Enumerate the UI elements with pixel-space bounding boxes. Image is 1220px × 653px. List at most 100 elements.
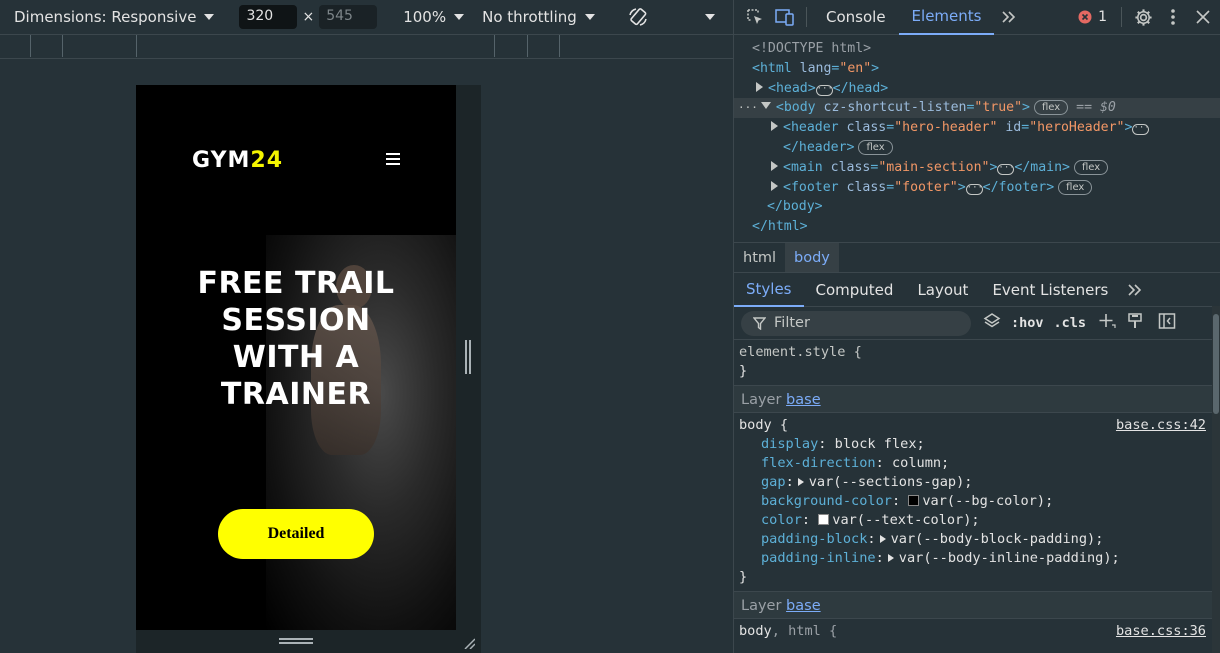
logo-text: GYM — [192, 148, 251, 173]
chevron-down-icon — [204, 14, 215, 20]
tag-name: </body> — [767, 199, 823, 215]
tab-computed[interactable]: Computed — [804, 273, 906, 307]
breadcrumb-body[interactable]: body — [785, 243, 839, 272]
dimensions-dropdown[interactable]: Dimensions: Responsive — [14, 8, 215, 26]
expand-triangle-icon[interactable] — [887, 554, 894, 562]
expand-triangle-icon[interactable] — [797, 478, 804, 486]
rotate-icon — [629, 8, 647, 26]
divider — [806, 7, 807, 27]
ruler-tick — [30, 35, 31, 57]
attr-value: "heroHeader" — [1029, 120, 1125, 136]
tab-layout[interactable]: Layout — [905, 273, 980, 307]
hamburger-menu-icon[interactable] — [386, 153, 400, 168]
flex-badge[interactable]: flex — [1034, 100, 1069, 116]
prop-value: var(--body-block-padding); — [890, 531, 1104, 547]
attr-name: cz-shortcut-listen — [823, 100, 967, 116]
breadcrumb-html[interactable]: html — [734, 243, 785, 272]
css-declaration[interactable]: color: var(--text-color); — [734, 511, 1212, 530]
class-toggle[interactable]: .cls — [1054, 315, 1087, 331]
detailed-button[interactable]: Detailed — [218, 509, 374, 559]
close-icon — [1196, 10, 1210, 24]
new-style-rule-button[interactable] — [1098, 312, 1116, 334]
tab-styles[interactable]: Styles — [734, 273, 804, 307]
element-style-rule[interactable]: element.style { — [734, 343, 1212, 362]
dom-node-html-close[interactable]: </html> — [734, 217, 1220, 237]
inspect-element-button[interactable] — [740, 0, 770, 35]
rule-selector[interactable]: body, html {base.css:36 — [734, 622, 1212, 641]
color-swatch[interactable] — [818, 514, 830, 525]
css-declaration[interactable]: flex-direction: column; — [734, 454, 1212, 473]
ellipsis-icon[interactable]: ··· — [815, 84, 833, 96]
viewport-resize-handle-right[interactable] — [456, 85, 481, 630]
dimensions-label: Dimensions: Responsive — [14, 8, 197, 26]
resize-corner-icon[interactable] — [463, 637, 475, 649]
collapse-triangle-icon[interactable] — [760, 102, 771, 110]
customize-menu-button[interactable] — [1158, 0, 1188, 35]
expand-triangle-icon[interactable] — [771, 180, 778, 191]
css-declaration[interactable]: gap: var(--sections-gap); — [734, 473, 1212, 492]
more-sidebar-tabs-button[interactable] — [1120, 273, 1150, 307]
height-input[interactable]: 545 — [319, 5, 378, 29]
flex-badge[interactable]: flex — [1058, 179, 1093, 195]
ellipsis-icon[interactable]: ··· — [997, 163, 1015, 175]
toggle-sidebar-button[interactable] — [1158, 312, 1176, 334]
settings-button[interactable] — [1128, 0, 1158, 35]
tab-elements[interactable]: Elements — [898, 0, 995, 35]
expand-triangle-icon[interactable] — [879, 535, 886, 543]
attr-value: "true" — [974, 100, 1023, 116]
tab-console[interactable]: Console — [813, 0, 899, 35]
more-options-dropdown[interactable] — [697, 14, 715, 20]
color-swatch[interactable] — [908, 495, 920, 506]
flex-badge[interactable]: flex — [1074, 159, 1109, 175]
hover-state-toggle[interactable]: :hov — [1011, 315, 1044, 331]
throttling-dropdown[interactable]: No throttling — [482, 8, 595, 26]
close-devtools-button[interactable] — [1188, 0, 1218, 35]
tag-name: </html> — [752, 219, 808, 235]
rule-selector[interactable]: body {base.css:42 — [734, 416, 1212, 435]
dom-node-body[interactable]: ··· <body cz-shortcut-listen="true"> flex … — [734, 98, 1220, 119]
element-state-button[interactable] — [1126, 312, 1144, 334]
source-link[interactable]: base.css:42 — [1116, 416, 1206, 435]
tab-event-listeners[interactable]: Event Listeners — [980, 273, 1120, 307]
dom-node-body-close[interactable]: </body> — [734, 197, 1220, 217]
dom-node-head[interactable]: <head>···</head> — [734, 79, 1220, 99]
zoom-dropdown[interactable]: 100% — [403, 8, 465, 26]
dom-node-header-close[interactable]: </header> flex — [734, 138, 1220, 158]
flex-badge[interactable]: flex — [858, 139, 893, 155]
expand-triangle-icon[interactable] — [771, 121, 778, 132]
ellipsis-icon[interactable]: ··· — [1132, 124, 1150, 136]
source-link[interactable]: base.css:36 — [1116, 622, 1206, 641]
more-tabs-button[interactable] — [994, 0, 1024, 35]
viewport-resize-handle-bottom[interactable] — [136, 630, 481, 653]
dom-node-header[interactable]: <header class="hero-header" id="heroHead… — [734, 118, 1220, 138]
layers-button[interactable] — [983, 312, 1001, 334]
error-counter[interactable]: 1 — [1078, 9, 1107, 25]
expand-triangle-icon[interactable] — [756, 81, 763, 92]
site-logo[interactable]: GYM24 — [192, 148, 283, 173]
layer-link[interactable]: base — [786, 598, 821, 614]
styles-scrollbar[interactable] — [1212, 306, 1220, 653]
scrollbar-thumb[interactable] — [1213, 314, 1219, 414]
layer-link[interactable]: base — [786, 392, 821, 408]
filter-input[interactable]: Filter — [741, 310, 971, 336]
css-declaration[interactable]: padding-block: var(--body-block-padding); — [734, 530, 1212, 549]
tag-name: </footer> — [982, 179, 1055, 195]
width-input[interactable]: 320 — [239, 5, 298, 29]
hero-title-line: SESSION — [221, 303, 371, 338]
node-actions-icon[interactable]: ··· — [738, 101, 758, 114]
css-declaration[interactable]: background-color: var(--bg-color); — [734, 492, 1212, 511]
css-declaration[interactable]: display: block flex; — [734, 435, 1212, 454]
dom-node-html[interactable]: <html lang="en"> — [734, 59, 1220, 79]
ellipsis-icon[interactable]: ··· — [965, 183, 983, 195]
device-toolbar-toggle[interactable] — [770, 0, 800, 35]
double-chevron-right-icon — [1128, 283, 1142, 296]
css-declaration[interactable]: padding-inline: var(--body-inline-padding… — [734, 549, 1212, 568]
tag-name: <html — [752, 60, 792, 76]
rotate-button[interactable] — [627, 6, 649, 28]
layers-icon — [983, 313, 1001, 328]
expand-triangle-icon[interactable] — [771, 160, 778, 171]
times-sign: × — [302, 9, 315, 25]
dom-node-footer[interactable]: <footer class="footer">···</footer> flex — [734, 178, 1220, 198]
dom-node-main[interactable]: <main class="main-section">···</main> fle… — [734, 158, 1220, 178]
dom-node-doctype[interactable]: <!DOCTYPE html> — [734, 39, 1220, 59]
